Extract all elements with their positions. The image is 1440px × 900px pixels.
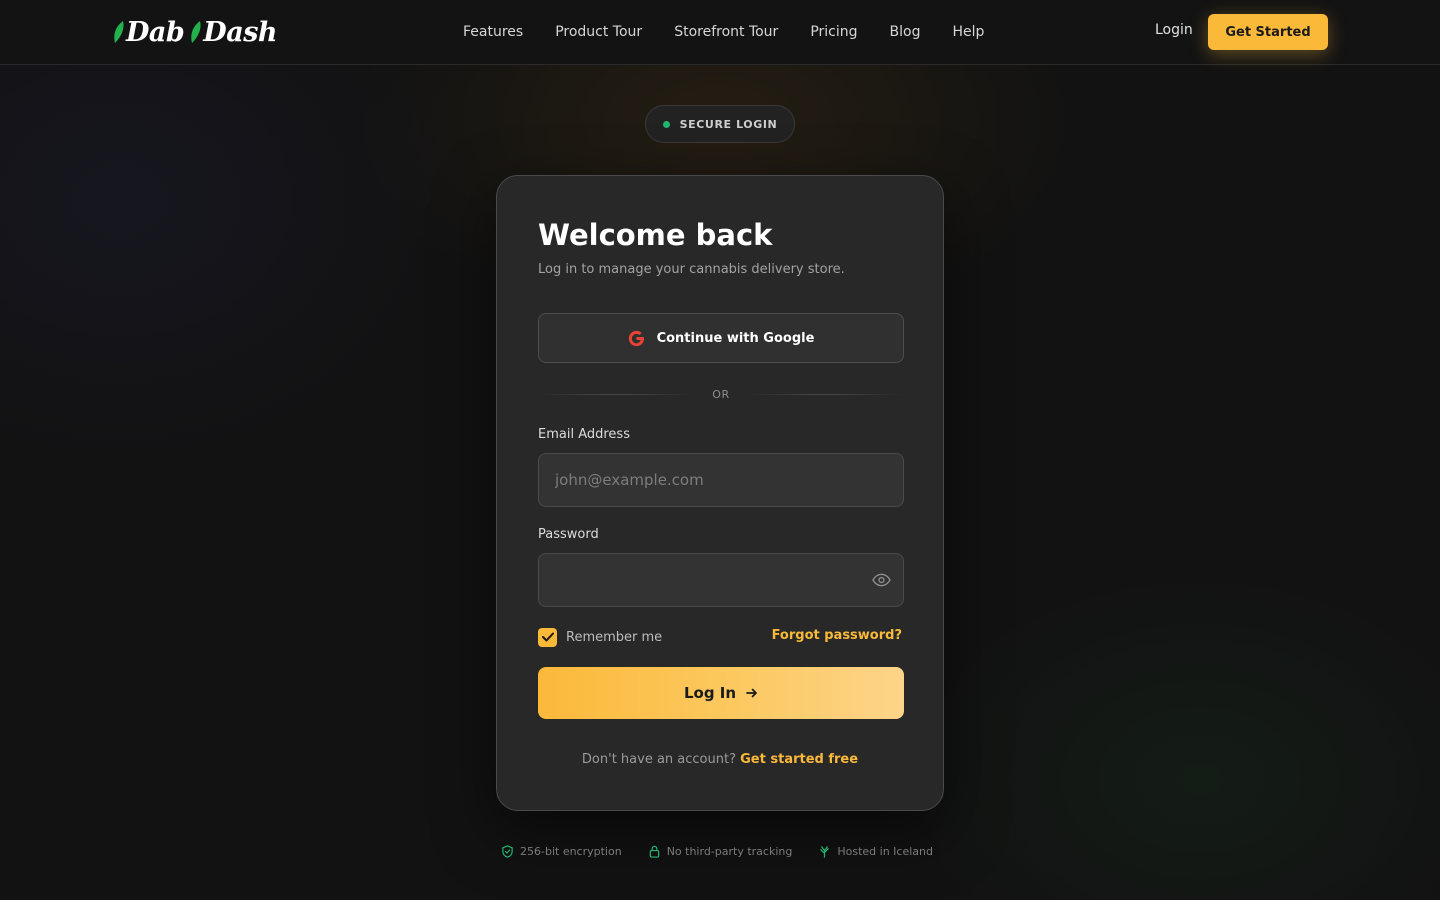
leaf-icon (114, 21, 124, 43)
password-input[interactable] (538, 553, 904, 607)
google-button-label: Continue with Google (656, 330, 815, 346)
trust-label: 256-bit encryption (520, 844, 622, 858)
secure-login-badge: SECURE LOGIN (645, 105, 795, 143)
remember-me-option[interactable]: Remember me (538, 626, 662, 648)
nav-link-product-tour[interactable]: Product Tour (555, 24, 642, 40)
divider-line (538, 393, 695, 395)
brand-logo[interactable]: Dab Dash (113, 14, 278, 50)
login-button-label: Log In (683, 684, 737, 702)
or-divider: OR (538, 386, 905, 402)
trust-label: No third-party tracking (666, 844, 793, 858)
main-nav: Features Product Tour Storefront Tour Pr… (463, 22, 984, 42)
remember-me-checkbox[interactable] (538, 627, 557, 647)
google-signin-button[interactable]: Continue with Google (538, 313, 904, 363)
signup-prompt-text: Don't have an account? (581, 752, 736, 767)
trust-item-tracking: No third-party tracking (648, 844, 793, 858)
get-started-button[interactable]: Get Started (1208, 14, 1328, 50)
brand-name-part2: Dash (203, 16, 278, 48)
forgot-password-link[interactable]: Forgot password? (772, 628, 902, 643)
nav-link-blog[interactable]: Blog (890, 24, 921, 40)
login-button[interactable]: Log In (538, 667, 904, 719)
trust-item-hosting: Hosted in Iceland (818, 845, 933, 858)
leaf-icon (820, 845, 830, 858)
signup-link[interactable]: Get started free (740, 752, 858, 767)
google-icon (628, 330, 644, 346)
trust-indicators: 256-bit encryption No third-party tracki… (501, 842, 933, 860)
divider-line (747, 393, 905, 395)
leaf-icon (191, 21, 201, 43)
remember-me-label: Remember me (566, 629, 663, 645)
arrow-right-icon (746, 688, 757, 698)
email-label: Email Address (538, 427, 630, 442)
password-label: Password (538, 527, 599, 542)
brand-name-part1: Dab (126, 16, 185, 48)
checkmark-icon (541, 632, 554, 642)
page-title: Welcome back (538, 218, 773, 252)
login-card: Welcome back Log in to manage your canna… (496, 175, 944, 811)
login-link[interactable]: Login (1155, 22, 1193, 38)
trust-label: Hosted in Iceland (837, 844, 933, 858)
eye-icon[interactable] (871, 571, 891, 589)
page-subtitle: Log in to manage your cannabis delivery … (538, 262, 845, 277)
email-input[interactable] (538, 453, 904, 507)
shield-check-icon (502, 844, 513, 858)
nav-link-pricing[interactable]: Pricing (810, 24, 857, 40)
nav-link-features[interactable]: Features (463, 24, 523, 40)
badge-label: SECURE LOGIN (679, 117, 778, 131)
nav-link-storefront-tour[interactable]: Storefront Tour (674, 24, 778, 40)
trust-item-encryption: 256-bit encryption (501, 845, 622, 858)
nav-link-help[interactable]: Help (952, 24, 984, 40)
top-navbar: Dab Dash Features Product Tour Storefron… (0, 0, 1440, 65)
status-dot-icon (662, 120, 670, 128)
divider-label: OR (712, 387, 730, 401)
signup-prompt: Don't have an account? Get started free (497, 752, 943, 767)
lock-icon (649, 845, 659, 858)
